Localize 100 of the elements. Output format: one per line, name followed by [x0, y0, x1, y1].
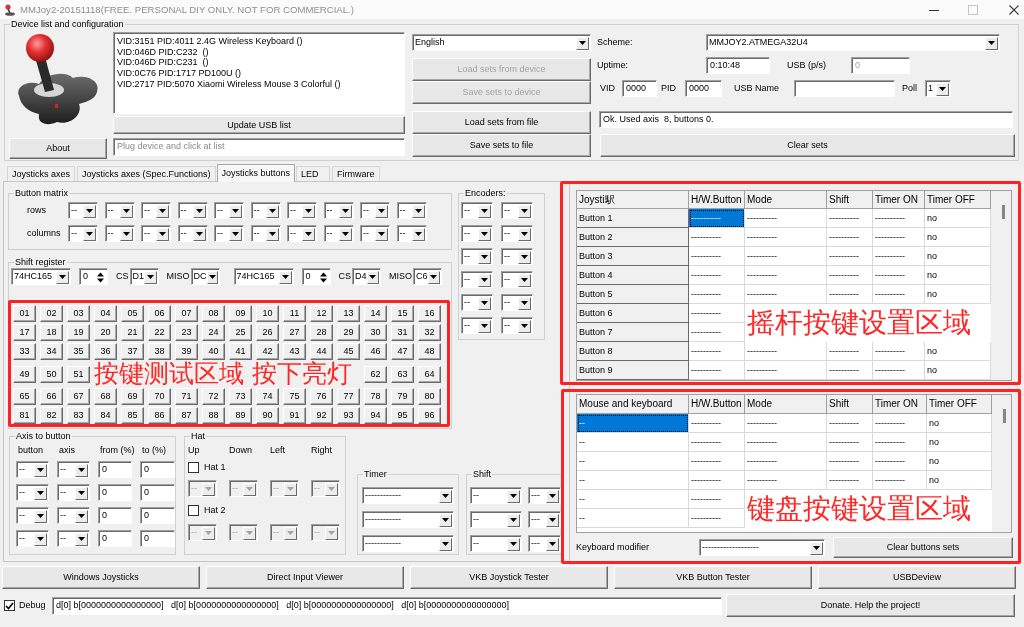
- row-header[interactable]: Button 3: [577, 247, 689, 266]
- to-percent-field[interactable]: 0: [140, 530, 175, 547]
- test-button[interactable]: 01: [13, 305, 36, 322]
- column-header[interactable]: Shift: [827, 395, 873, 414]
- test-button[interactable]: 19: [67, 324, 90, 341]
- column-header[interactable]: Mode: [745, 191, 827, 209]
- row-header[interactable]: Button 9: [577, 361, 689, 380]
- pin-dropdown[interactable]: --: [396, 202, 427, 219]
- pin-dropdown[interactable]: D1: [129, 268, 159, 285]
- test-button[interactable]: 63: [391, 365, 414, 383]
- column-header[interactable]: H/W.Button: [689, 191, 745, 209]
- test-button[interactable]: 31: [391, 324, 414, 341]
- row-header[interactable]: Button 6: [577, 304, 689, 323]
- tab[interactable]: Firmware: [332, 166, 380, 181]
- test-button[interactable]: 38: [148, 343, 171, 360]
- test-button[interactable]: 37: [121, 343, 144, 360]
- test-button[interactable]: 25: [229, 324, 252, 341]
- timer-dropdown[interactable]: ------------: [362, 535, 454, 552]
- encoder-dropdown[interactable]: --: [461, 225, 493, 242]
- pin-dropdown[interactable]: --: [68, 225, 98, 242]
- to-percent-field[interactable]: 0: [140, 461, 175, 478]
- pin-dropdown[interactable]: --: [214, 202, 244, 219]
- test-button[interactable]: 49: [13, 365, 36, 383]
- encoder-dropdown[interactable]: --: [501, 294, 533, 311]
- pin-dropdown[interactable]: --: [360, 202, 390, 219]
- test-button[interactable]: 77: [337, 388, 360, 405]
- pin-dropdown[interactable]: --: [396, 225, 427, 242]
- column-header[interactable]: Joysti駅: [577, 191, 689, 209]
- message-field[interactable]: Ok. Used axis 8, buttons 0.: [599, 111, 1013, 128]
- test-button[interactable]: 09: [229, 305, 252, 322]
- axis-dropdown[interactable]: --: [57, 507, 90, 524]
- tool-button[interactable]: Windows Joysticks: [2, 566, 200, 589]
- pin-dropdown[interactable]: --: [250, 202, 281, 219]
- test-button[interactable]: 10: [256, 305, 279, 322]
- axis-dropdown[interactable]: --: [57, 530, 90, 547]
- count-spinner[interactable]: 0: [79, 268, 108, 285]
- test-button[interactable]: 69: [121, 388, 144, 405]
- pin-dropdown[interactable]: --: [177, 202, 208, 219]
- test-button[interactable]: 93: [337, 407, 360, 424]
- test-button[interactable]: 29: [337, 324, 360, 341]
- test-button[interactable]: 12: [310, 305, 333, 322]
- hat-checkbox[interactable]: [188, 462, 199, 473]
- test-button[interactable]: 41: [229, 343, 252, 360]
- test-button[interactable]: 74: [256, 388, 279, 405]
- test-button[interactable]: 24: [202, 324, 225, 341]
- test-button[interactable]: 39: [175, 343, 198, 360]
- poll-dropdown[interactable]: 1: [925, 80, 951, 97]
- from-percent-field[interactable]: 0: [98, 507, 132, 524]
- encoder-dropdown[interactable]: --: [501, 317, 533, 334]
- column-header[interactable]: Timer OFF: [925, 191, 991, 209]
- encoder-dropdown[interactable]: --: [501, 271, 533, 288]
- debug-checkbox[interactable]: [4, 600, 15, 611]
- test-button[interactable]: 36: [94, 343, 117, 360]
- encoder-dropdown[interactable]: --: [461, 317, 493, 334]
- from-percent-field[interactable]: 0: [98, 530, 132, 547]
- shift-dropdown[interactable]: --: [470, 535, 522, 552]
- from-percent-field[interactable]: 0: [98, 461, 132, 478]
- shift-dropdown[interactable]: ---: [528, 535, 561, 552]
- pin-dropdown[interactable]: C6: [413, 268, 443, 285]
- shift-dropdown[interactable]: ---: [528, 487, 561, 504]
- test-button[interactable]: 33: [13, 343, 36, 360]
- device-item[interactable]: VID:3151 PID:4011 2.4G Wireless Keyboard (): [117, 36, 303, 47]
- test-button[interactable]: 89: [229, 407, 252, 424]
- row-header[interactable]: Button 5: [577, 285, 689, 304]
- test-button[interactable]: 91: [283, 407, 306, 424]
- test-button[interactable]: 15: [391, 305, 414, 322]
- tool-button[interactable]: VKB Button Tester: [614, 566, 812, 589]
- column-header[interactable]: Mouse and keyboard: [577, 395, 689, 414]
- test-button[interactable]: 82: [40, 407, 63, 424]
- button-dropdown[interactable]: --: [16, 507, 49, 524]
- test-button[interactable]: 71: [175, 388, 198, 405]
- pin-dropdown[interactable]: --: [104, 202, 135, 219]
- pin-dropdown[interactable]: --: [68, 202, 98, 219]
- row-header[interactable]: Button 7: [577, 323, 689, 342]
- test-button[interactable]: 95: [391, 407, 414, 424]
- column-header[interactable]: Timer OFF: [927, 395, 992, 414]
- test-button[interactable]: 76: [310, 388, 333, 405]
- pin-dropdown[interactable]: --: [141, 225, 171, 242]
- test-button[interactable]: 45: [337, 343, 360, 360]
- test-button[interactable]: 90: [256, 407, 279, 424]
- hat-checkbox[interactable]: [188, 505, 199, 516]
- test-button[interactable]: 83: [67, 407, 90, 424]
- encoder-dropdown[interactable]: --: [461, 202, 493, 219]
- test-button[interactable]: 13: [337, 305, 360, 322]
- pin-dropdown[interactable]: --: [104, 225, 135, 242]
- encoder-dropdown[interactable]: --: [501, 202, 533, 219]
- test-button[interactable]: 68: [94, 388, 117, 405]
- test-button[interactable]: 80: [418, 388, 441, 405]
- encoder-dropdown[interactable]: --: [501, 225, 533, 242]
- close-icon[interactable]: [1009, 4, 1019, 15]
- test-button[interactable]: 70: [148, 388, 171, 405]
- button-dropdown[interactable]: --: [16, 461, 49, 478]
- uptime-field[interactable]: 0:10:48: [706, 57, 770, 74]
- pin-dropdown[interactable]: --: [360, 225, 390, 242]
- status-field[interactable]: Plug device and click at list: [113, 138, 405, 156]
- to-percent-field[interactable]: 0: [140, 507, 175, 524]
- device-item[interactable]: VID:046D PID:C232 (): [117, 46, 209, 58]
- pin-dropdown[interactable]: D4: [352, 268, 382, 285]
- test-button[interactable]: 05: [121, 305, 144, 322]
- usb-name-field[interactable]: [794, 80, 895, 97]
